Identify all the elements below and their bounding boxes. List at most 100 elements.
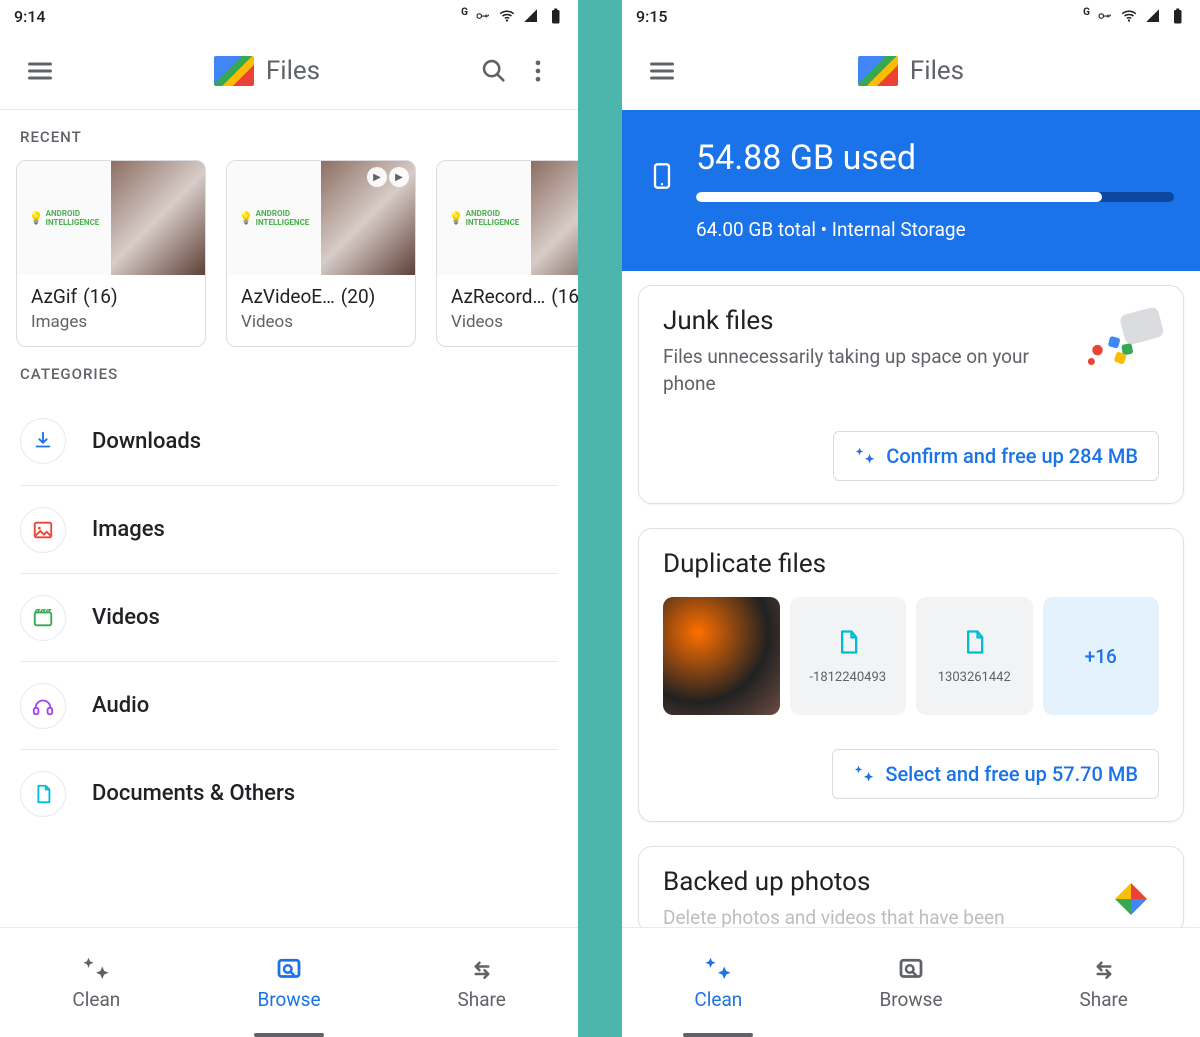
category-label: Downloads (92, 429, 201, 454)
battery-icon (1168, 7, 1186, 25)
sparkle-icon (854, 445, 876, 467)
cell-icon (522, 7, 540, 25)
category-label: Videos (92, 605, 160, 630)
junk-files-card[interactable]: Junk files Files unnecessarily taking up… (638, 285, 1184, 504)
card-title: Duplicate files (663, 549, 1159, 579)
card-title: Backed up photos (663, 867, 1159, 897)
sparkle-icon (703, 954, 733, 984)
action-label: Select and free up 57.70 MB (885, 762, 1138, 786)
recent-card[interactable]: 💡ANDROIDINTELLIGENCE ▶ AzRecord… (16) Vi… (436, 160, 578, 347)
duplicate-row: -1812240493 1303261442 +16 (663, 597, 1159, 715)
nav-label: Share (457, 988, 505, 1011)
play-icon: ▶ (389, 167, 409, 187)
headphones-icon (32, 695, 54, 717)
card-sub: Delete photos and videos that have been (663, 905, 1035, 927)
wifi-icon (498, 7, 516, 25)
sparkle-icon (81, 954, 111, 984)
storage-header[interactable]: 54.88 GB used 64.00 GB total • Internal … (622, 110, 1200, 271)
document-icon (32, 783, 54, 805)
duplicate-label: -1812240493 (809, 670, 886, 685)
nav-clean[interactable]: Clean (0, 928, 193, 1037)
recent-count: (16) (83, 285, 117, 308)
recent-sub: Videos (451, 312, 578, 332)
duplicate-label: 1303261442 (938, 670, 1011, 685)
file-icon (834, 628, 862, 656)
files-logo-icon (214, 56, 254, 86)
play-icon: ▶ (367, 167, 387, 187)
storage-progress (696, 192, 1174, 202)
nav-indicator (683, 1033, 753, 1037)
search-button[interactable] (472, 49, 516, 93)
hamburger-icon (26, 57, 54, 85)
categories-label: CATEGORIES (0, 347, 578, 397)
status-bar: 9:15 G (622, 0, 1200, 32)
nav-browse[interactable]: Browse (193, 928, 386, 1037)
browse-content: RECENT 💡ANDROIDINTELLIGENCE AzGif (16) I… (0, 110, 578, 927)
app-title: Files (910, 56, 964, 86)
app-bar: Files (0, 32, 578, 110)
duplicate-item[interactable]: 1303261442 (916, 597, 1033, 715)
category-videos[interactable]: Videos (20, 573, 558, 661)
search-icon (480, 57, 508, 85)
browse-icon (896, 954, 926, 984)
wifi-icon (1120, 7, 1138, 25)
app-bar: Files (622, 32, 1200, 110)
key-icon (474, 7, 492, 25)
files-logo-icon (858, 56, 898, 86)
recent-row[interactable]: 💡ANDROIDINTELLIGENCE AzGif (16) Images 💡… (0, 160, 578, 347)
hamburger-icon (648, 57, 676, 85)
duplicate-more-label: +16 (1085, 645, 1117, 668)
card-sub: Files unnecessarily taking up space on y… (663, 344, 1035, 397)
nav-label: Browse (879, 988, 942, 1011)
key-icon (1096, 7, 1114, 25)
recent-title: AzVideoE… (241, 285, 335, 308)
action-label: Confirm and free up 284 MB (886, 444, 1138, 468)
nav-label: Clean (72, 988, 120, 1011)
menu-button[interactable] (640, 49, 684, 93)
nav-share[interactable]: Share (1007, 928, 1200, 1037)
recent-thumb: 💡ANDROIDINTELLIGENCE ▶ ▶ (227, 161, 415, 275)
phone-icon (648, 162, 676, 190)
recent-count: (16) (551, 285, 578, 308)
category-label: Documents & Others (92, 781, 295, 806)
category-downloads[interactable]: Downloads (20, 397, 558, 485)
image-icon (32, 519, 54, 541)
recent-sub: Videos (241, 312, 401, 332)
menu-button[interactable] (18, 49, 62, 93)
nav-browse[interactable]: Browse (815, 928, 1008, 1037)
share-icon (1089, 954, 1119, 984)
recent-title: AzRecord… (451, 285, 545, 308)
duplicate-files-card[interactable]: Duplicate files -1812240493 1303261442 +… (638, 528, 1184, 822)
video-icon (32, 607, 54, 629)
status-time: 9:14 (14, 7, 46, 26)
browse-icon (274, 954, 304, 984)
app-title: Files (266, 56, 320, 86)
duplicate-action-button[interactable]: Select and free up 57.70 MB (832, 749, 1159, 799)
category-label: Audio (92, 693, 149, 718)
nav-share[interactable]: Share (385, 928, 578, 1037)
google-photos-icon (1099, 867, 1163, 927)
backed-photos-card[interactable]: Backed up photos Delete photos and video… (638, 846, 1184, 927)
duplicate-item[interactable]: -1812240493 (790, 597, 907, 715)
bottom-nav: Clean Browse Share (622, 927, 1200, 1037)
status-time: 9:15 (636, 7, 668, 26)
junk-action-button[interactable]: Confirm and free up 284 MB (833, 431, 1159, 481)
recent-thumb: 💡ANDROIDINTELLIGENCE ▶ (437, 161, 578, 275)
more-button[interactable] (516, 49, 560, 93)
cell-icon (1144, 7, 1162, 25)
duplicate-more[interactable]: +16 (1043, 597, 1160, 715)
nav-clean[interactable]: Clean (622, 928, 815, 1037)
category-images[interactable]: Images (20, 485, 558, 573)
browse-screen: 9:14 G Files RECENT (0, 0, 578, 1037)
storage-used-text: 54.88 GB used (696, 138, 1174, 178)
storage-progress-fill (696, 192, 1102, 202)
share-icon (467, 954, 497, 984)
more-vert-icon (524, 57, 552, 85)
recent-card[interactable]: 💡ANDROIDINTELLIGENCE ▶ ▶ AzVideoE… (20) … (226, 160, 416, 347)
category-audio[interactable]: Audio (20, 661, 558, 749)
duplicate-item[interactable] (663, 597, 780, 715)
category-documents[interactable]: Documents & Others (20, 749, 558, 837)
recent-label: RECENT (0, 110, 578, 160)
recent-count: (20) (341, 285, 375, 308)
recent-card[interactable]: 💡ANDROIDINTELLIGENCE AzGif (16) Images (16, 160, 206, 347)
